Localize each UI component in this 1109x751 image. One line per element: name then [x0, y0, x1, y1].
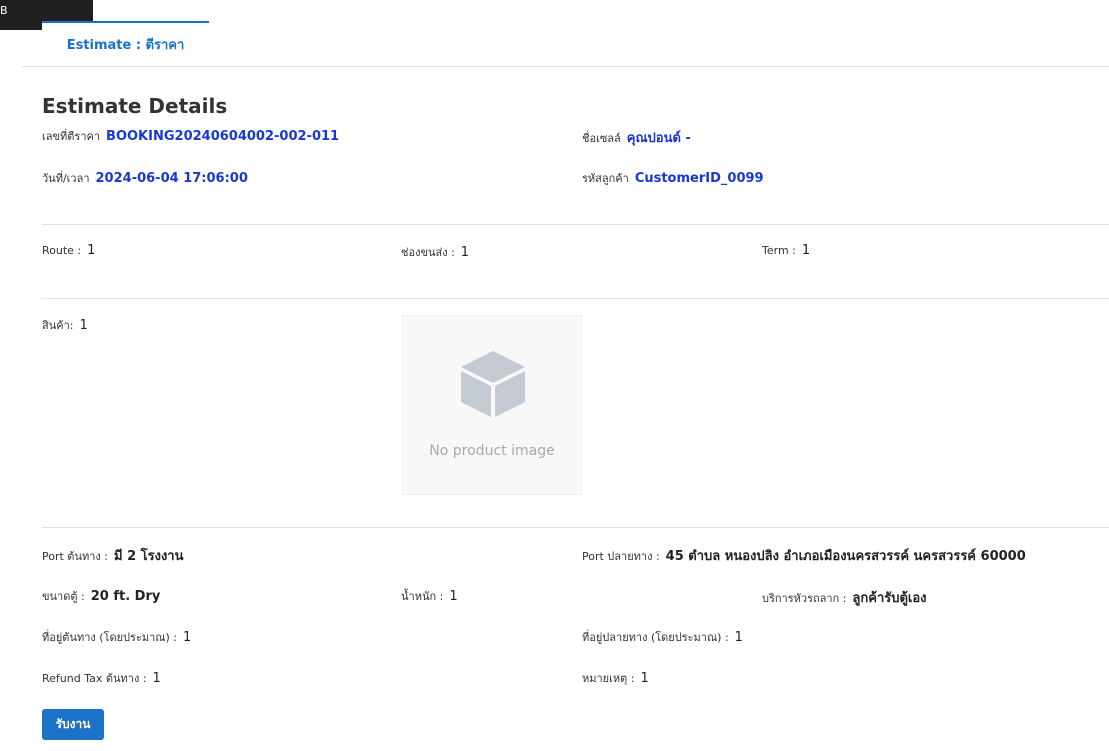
product-label: สินค้า: [42, 319, 74, 332]
refund-tax-field: Refund Tax ต้นทาง : 1 [42, 669, 161, 687]
datetime-field: วันที่/เวลา 2024-06-04 17:06:00 [42, 169, 248, 187]
datetime-value: 2024-06-04 17:06:00 [95, 171, 248, 186]
no-image-text: No product image [429, 443, 555, 459]
port-origin-label: Port ต้นทาง : [42, 550, 108, 563]
tab-estimate[interactable]: Estimate : ตีราคา [42, 21, 209, 66]
divider [42, 224, 1109, 225]
refund-tax-label: Refund Tax ต้นทาง : [42, 672, 147, 685]
origin-address-field: ที่อยู่ต้นทาง (โดยประมาณ) : 1 [42, 628, 191, 646]
origin-address-label: ที่อยู่ต้นทาง (โดยประมาณ) : [42, 631, 177, 644]
tractor-service-field: บริการหัวรถลาก : ลูกค้ารับตู้เอง [762, 587, 927, 608]
origin-address-value: 1 [182, 630, 192, 645]
product-image-placeholder: No product image [402, 315, 582, 495]
tractor-service-value: ลูกค้ารับตู้เอง [852, 591, 927, 606]
tab-bar: Estimate : ตีราคา [22, 0, 1109, 67]
customer-id-field: รหัสลูกค้า CustomerID_0099 [582, 169, 764, 187]
divider [42, 527, 1109, 528]
transport-channel-field: ช่องขนส่ง : 1 [401, 243, 469, 261]
note-field: หมายเหตุ : 1 [582, 669, 649, 687]
port-destination-value: 45 ตำบล หนองปลิง อำเภอเมืองนครสวรรค์ นคร… [665, 549, 1026, 564]
route-field: Route : 1 [42, 243, 95, 258]
port-origin-field: Port ต้นทาง : มี 2 โรงงาน [42, 545, 183, 566]
sales-name-field: ชื่อเซลล์ คุณปอนด์ - [582, 127, 691, 148]
corner-label: B [0, 4, 8, 17]
container-size-value: 20 ft. Dry [90, 589, 161, 604]
accept-job-button[interactable]: รับงาน [42, 709, 104, 740]
weight-value: 1 [449, 589, 458, 604]
port-destination-label: Port ปลายทาง : [582, 550, 660, 563]
estimate-number-value: BOOKING20240604002-002-011 [106, 129, 340, 144]
container-size-field: ขนาดตู้ : 20 ft. Dry [42, 587, 160, 605]
sales-name-value: คุณปอนด์ - [626, 131, 691, 146]
term-field: Term : 1 [762, 243, 810, 258]
box-icon [461, 351, 525, 417]
term-value: 1 [801, 243, 811, 258]
port-destination-field: Port ปลายทาง : 45 ตำบล หนองปลิง อำเภอเมื… [582, 545, 1026, 566]
destination-address-field: ที่อยู่ปลายทาง (โดยประมาณ) : 1 [582, 628, 743, 646]
route-label: Route : [42, 244, 82, 257]
estimate-number-field: เลขที่ตีราคา BOOKING20240604002-002-011 [42, 127, 339, 145]
customer-id-label: รหัสลูกค้า [582, 172, 629, 185]
datetime-label: วันที่/เวลา [42, 172, 90, 185]
destination-address-value: 1 [734, 630, 743, 645]
refund-tax-value: 1 [152, 671, 161, 686]
port-origin-value: มี 2 โรงงาน [113, 549, 184, 564]
customer-id-value: CustomerID_0099 [634, 171, 764, 186]
weight-field: น้ำหนัก : 1 [401, 587, 458, 605]
page-title: Estimate Details [42, 94, 228, 118]
note-value: 1 [640, 671, 649, 686]
tractor-service-label: บริการหัวรถลาก : [762, 592, 847, 605]
estimate-number-label: เลขที่ตีราคา [42, 130, 101, 143]
transport-channel-label: ช่องขนส่ง : [401, 246, 455, 259]
route-value: 1 [87, 243, 96, 258]
sales-name-label: ชื่อเซลล์ [582, 132, 621, 145]
destination-address-label: ที่อยู่ปลายทาง (โดยประมาณ) : [582, 631, 729, 644]
product-field: สินค้า: 1 [42, 316, 88, 334]
term-label: Term : [762, 244, 796, 257]
container-size-label: ขนาดตู้ : [42, 590, 85, 603]
note-label: หมายเหตุ : [582, 672, 635, 685]
divider [42, 298, 1109, 299]
weight-label: น้ำหนัก : [401, 590, 444, 603]
product-value: 1 [79, 318, 88, 333]
transport-channel-value: 1 [460, 245, 470, 260]
